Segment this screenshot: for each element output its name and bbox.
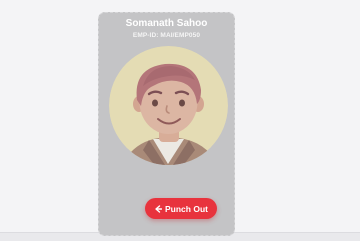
employee-card: Somanath Sahoo EMP-ID: MAI/EMP050 Punch … — [98, 12, 235, 236]
employee-id: EMP-ID: MAI/EMP050 — [132, 32, 201, 39]
employee-name: Somanath Sahoo — [125, 18, 208, 29]
avatar — [109, 46, 228, 165]
punch-out-label: Punch Out — [165, 203, 208, 214]
punch-out-button[interactable]: Punch Out — [145, 198, 217, 219]
logout-arrow-icon — [154, 204, 162, 213]
